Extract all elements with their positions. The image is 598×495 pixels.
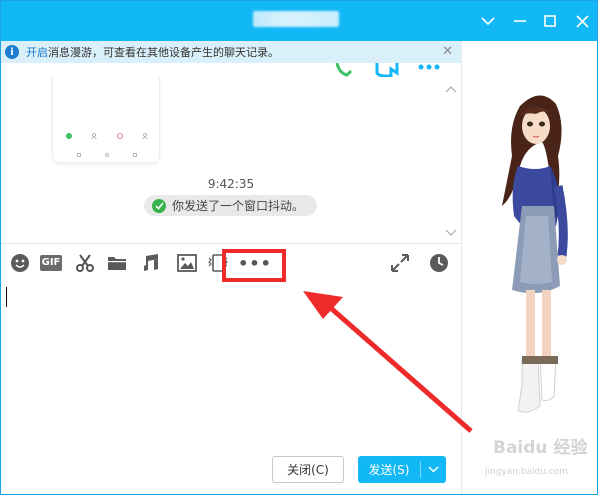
roaming-notice-bar: i 开启 消息漫游，可查看在其他设备产生的聊天记录。 ✕ (1, 41, 461, 63)
phone-screenshot-thumbnail[interactable] (52, 77, 160, 163)
notice-text: 消息漫游，可查看在其他设备产生的聊天记录。 (48, 46, 279, 59)
message-input[interactable] (11, 286, 451, 436)
check-circle-icon (152, 198, 166, 213)
close-icon[interactable] (573, 12, 591, 30)
title-bar (1, 1, 597, 41)
chevron-down-icon[interactable] (479, 12, 497, 30)
folder-icon[interactable] (106, 253, 128, 273)
send-button-label: 发送(S) (368, 463, 410, 477)
chat-history[interactable]: 9:42:35 你发送了一个窗口抖动。 (1, 63, 461, 243)
blurred-contact-name (253, 11, 339, 27)
shake-icon[interactable] (207, 253, 229, 273)
mini-tab-message (59, 133, 79, 151)
mini-tab-contacts (84, 133, 104, 151)
image-icon[interactable] (176, 253, 198, 273)
info-icon: i (5, 45, 19, 59)
message-input-area[interactable] (1, 282, 461, 442)
window-shake-notice: 你发送了一个窗口抖动。 (144, 195, 317, 216)
avatar-show-panel (461, 41, 597, 494)
message-timestamp: 9:42:35 (207, 177, 255, 191)
scissors-icon[interactable] (74, 253, 96, 273)
send-button[interactable]: 发送(S) (358, 456, 446, 483)
input-toolbar: GIF ••• (1, 244, 461, 282)
history-clock-icon[interactable] (428, 253, 450, 273)
avatar-show-figure (502, 95, 568, 413)
close-button-label: 关闭(C) (287, 463, 329, 477)
enable-roaming-link[interactable]: 开启 (26, 44, 48, 60)
text-caret (6, 287, 7, 307)
mini-tab-discover (110, 133, 130, 151)
partial-call-icons (335, 63, 440, 77)
more-icon[interactable]: ••• (238, 253, 271, 273)
maximize-icon[interactable] (541, 12, 559, 30)
emoji-icon[interactable] (9, 253, 31, 273)
mini-tab-bar (59, 133, 155, 151)
chat-window: i 开启 消息漫游，可查看在其他设备产生的聊天记录。 ✕ 9:42:35 你发送… (0, 0, 598, 495)
scroll-down-icon[interactable] (445, 229, 457, 237)
music-icon[interactable] (140, 253, 162, 273)
minimize-icon[interactable] (511, 12, 529, 30)
close-button[interactable]: 关闭(C) (272, 456, 344, 483)
scroll-up-icon[interactable] (445, 85, 457, 93)
mini-nav-bar (77, 153, 137, 159)
shake-message-text: 你发送了一个窗口抖动。 (172, 199, 305, 213)
mini-tab-me (135, 133, 155, 151)
expand-icon[interactable] (389, 253, 411, 273)
send-options-chevron-icon[interactable] (421, 466, 445, 473)
gif-icon[interactable]: GIF (39, 253, 63, 273)
notice-close-icon[interactable]: ✕ (442, 44, 453, 59)
